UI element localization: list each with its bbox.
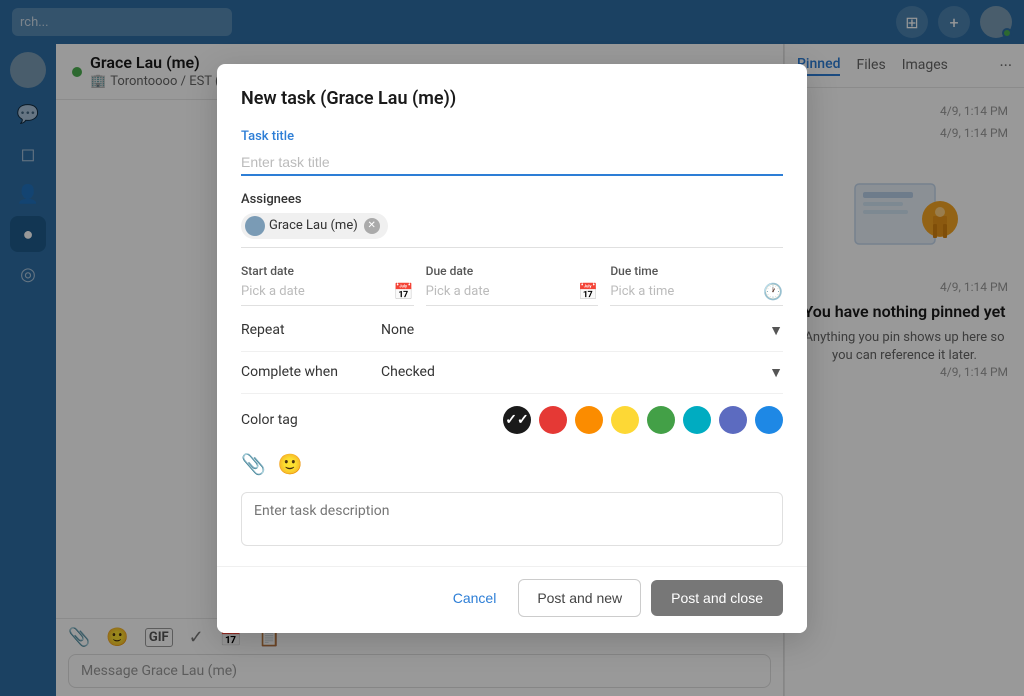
repeat-row: Repeat None ▼ [241,322,783,352]
due-time-placeholder: Pick a time [610,284,763,299]
attachment-toolbar-icon[interactable]: 📎 [241,452,266,476]
start-date-calendar-icon[interactable]: 📅 [394,282,414,301]
color-dot-red[interactable] [539,406,567,434]
start-date-placeholder: Pick a date [241,284,394,299]
task-title-label: Task title [241,129,783,144]
modal-title: New task (Grace Lau (me)) [241,88,783,109]
color-dot-teal[interactable] [683,406,711,434]
due-date-input-wrap: Pick a date 📅 [426,282,599,306]
due-date-placeholder: Pick a date [426,284,579,299]
start-date-label: Start date [241,264,414,278]
assignee-avatar [245,216,265,236]
task-title-group: Task title [241,129,783,176]
start-date-field: Start date Pick a date 📅 [241,264,414,306]
post-and-new-button[interactable]: Post and new [518,579,641,617]
assignee-name: Grace Lau (me) [269,218,358,233]
assignees-group: Assignees Grace Lau (me) ✕ [241,192,783,248]
color-dot-black[interactable]: ✓ [503,406,531,434]
modal-overlay: New task (Grace Lau (me)) Task title Ass… [0,0,1024,696]
remove-assignee-button[interactable]: ✕ [364,218,380,234]
due-time-clock-icon[interactable]: 🕐 [763,282,783,301]
color-dots: ✓ [503,406,783,434]
task-title-input[interactable] [241,150,783,176]
modal-body: New task (Grace Lau (me)) Task title Ass… [217,64,807,566]
color-tag-label: Color tag [241,412,381,428]
new-task-modal: New task (Grace Lau (me)) Task title Ass… [217,64,807,633]
due-date-label: Due date [426,264,599,278]
color-dot-yellow[interactable] [611,406,639,434]
date-row: Start date Pick a date 📅 Due date Pick a… [241,264,783,306]
due-time-label: Due time [610,264,783,278]
emoji-toolbar-icon[interactable]: 🙂 [278,452,303,476]
color-dot-blue[interactable] [755,406,783,434]
description-toolbar: 📎 🙂 [241,446,783,482]
color-dot-orange[interactable] [575,406,603,434]
assignee-chip: Grace Lau (me) ✕ [241,213,388,239]
cancel-button[interactable]: Cancel [441,582,509,614]
due-date-field: Due date Pick a date 📅 [426,264,599,306]
repeat-value: None [381,322,769,338]
color-tag-row: Color tag ✓ [241,406,783,434]
assignees-row: Grace Lau (me) ✕ [241,213,783,248]
complete-when-dropdown-arrow[interactable]: ▼ [769,364,783,381]
repeat-dropdown-arrow[interactable]: ▼ [769,322,783,339]
color-dot-blue-pattern[interactable] [719,406,747,434]
complete-when-row: Complete when Checked ▼ [241,364,783,394]
repeat-label: Repeat [241,322,381,338]
complete-when-value: Checked [381,364,769,380]
post-and-close-button[interactable]: Post and close [651,580,783,616]
due-date-calendar-icon[interactable]: 📅 [578,282,598,301]
modal-footer: Cancel Post and new Post and close [217,566,807,633]
due-time-field: Due time Pick a time 🕐 [610,264,783,306]
due-time-input-wrap: Pick a time 🕐 [610,282,783,306]
complete-when-label: Complete when [241,364,381,380]
assignees-label: Assignees [241,192,783,207]
start-date-input-wrap: Pick a date 📅 [241,282,414,306]
color-dot-green[interactable] [647,406,675,434]
description-input[interactable] [241,492,783,546]
